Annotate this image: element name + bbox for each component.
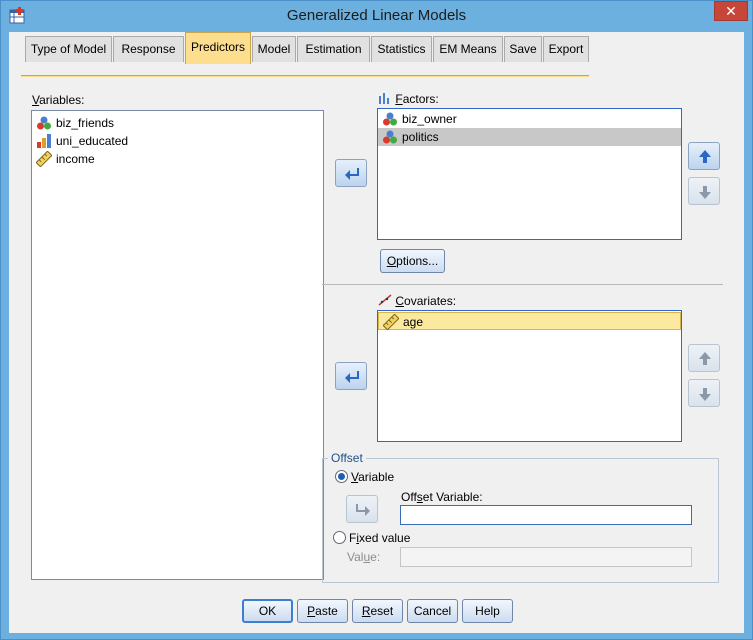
move-to-covariates-button[interactable]: [335, 362, 367, 390]
offset-variable-field[interactable]: [400, 505, 692, 525]
covariates-icon: [378, 294, 392, 306]
value-field[interactable]: [400, 547, 692, 567]
cancel-button[interactable]: Cancel: [407, 599, 458, 623]
tab-export[interactable]: Export: [543, 36, 589, 62]
list-item[interactable]: biz_owner: [378, 110, 681, 128]
arrow-left-icon: [345, 371, 359, 383]
nominal-icon: [383, 112, 397, 126]
factors-icon: [379, 93, 389, 104]
covariates-label: Covariates:: [378, 294, 456, 308]
arrow-up-icon: [699, 150, 711, 163]
offset-variable-radio[interactable]: [335, 470, 348, 483]
dialog-client: Type of Model Response Predictors Model …: [9, 32, 744, 633]
fixed-value-radio-label[interactable]: Fixed value: [349, 531, 410, 545]
arrow-down-icon: [699, 388, 711, 401]
move-to-offset-button[interactable]: [346, 495, 378, 523]
tab-em-means[interactable]: EM Means: [433, 36, 503, 62]
offset-variable-radio-label[interactable]: Variable: [351, 470, 394, 484]
move-to-factors-button[interactable]: [335, 159, 367, 187]
options-button[interactable]: Options...: [380, 249, 445, 273]
tab-response[interactable]: Response: [113, 36, 184, 62]
list-item[interactable]: uni_educated: [32, 132, 323, 150]
dialog-window: Generalized Linear Models ✕ Type of Mode…: [0, 0, 753, 640]
arrow-left-icon: [345, 168, 359, 180]
list-item-selected[interactable]: age: [378, 312, 681, 330]
covariates-list[interactable]: age: [377, 310, 682, 442]
nominal-icon: [383, 130, 397, 144]
offset-variable-label: Offset Variable:: [401, 490, 483, 504]
tab-strip-underline: [21, 75, 589, 77]
variable-name: biz_friends: [56, 116, 115, 130]
covariate-move-up-button[interactable]: [688, 344, 720, 372]
factor-name: biz_owner: [402, 112, 457, 126]
variable-name: income: [56, 152, 95, 166]
section-divider: [322, 284, 723, 285]
arrow-down-icon: [699, 186, 711, 199]
tab-statistics[interactable]: Statistics: [371, 36, 432, 62]
tab-save[interactable]: Save: [504, 36, 542, 62]
list-item[interactable]: income: [32, 150, 323, 168]
offset-group-title: Offset: [328, 451, 366, 465]
covariate-move-down-button[interactable]: [688, 379, 720, 407]
window-title: Generalized Linear Models: [286, 7, 467, 24]
tab-estimation[interactable]: Estimation: [297, 36, 370, 62]
factor-move-up-button[interactable]: [688, 142, 720, 170]
list-item-selected[interactable]: politics: [378, 128, 681, 146]
arrow-up-icon: [699, 352, 711, 365]
covariate-name: age: [403, 315, 424, 329]
scale-icon: [383, 314, 399, 330]
radio-selected-dot: [338, 473, 345, 480]
variables-label: Variables:: [32, 93, 85, 107]
paste-button[interactable]: Paste: [297, 599, 348, 623]
tab-model[interactable]: Model: [252, 36, 296, 62]
help-button[interactable]: Help: [462, 599, 513, 623]
variable-name: uni_educated: [56, 134, 129, 148]
ordinal-icon: [37, 134, 51, 148]
nominal-icon: [37, 116, 51, 130]
list-item[interactable]: biz_friends: [32, 114, 323, 132]
factor-name: politics: [402, 130, 439, 144]
title-bar[interactable]: Generalized Linear Models ✕: [1, 1, 752, 32]
fixed-value-radio[interactable]: [333, 531, 346, 544]
ok-button[interactable]: OK: [242, 599, 293, 623]
variables-list[interactable]: biz_friends uni_educated income: [31, 110, 324, 580]
factor-move-down-button[interactable]: [688, 177, 720, 205]
arrow-right-icon: [356, 504, 370, 516]
reset-button[interactable]: Reset: [352, 599, 403, 623]
tab-type-of-model[interactable]: Type of Model: [25, 36, 112, 62]
factors-list[interactable]: biz_owner politics: [377, 108, 682, 240]
tab-predictors[interactable]: Predictors: [185, 32, 251, 64]
scale-icon: [36, 151, 52, 167]
close-button[interactable]: ✕: [714, 1, 748, 21]
factors-label: Factors:: [378, 92, 439, 106]
value-label: Value:: [347, 550, 381, 564]
